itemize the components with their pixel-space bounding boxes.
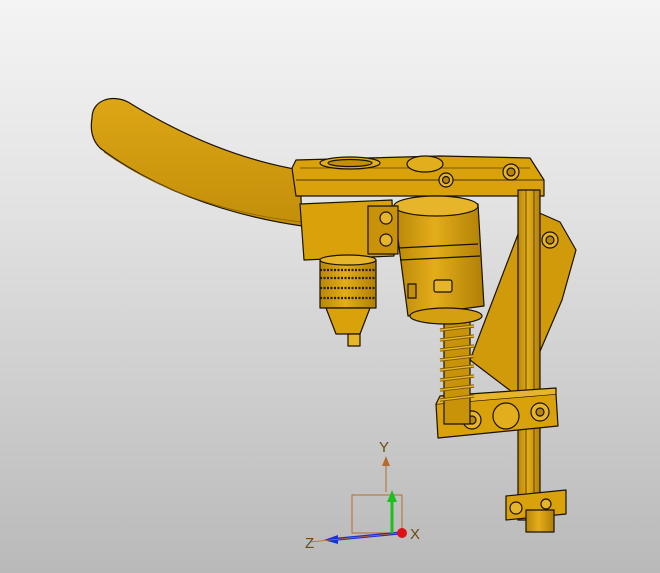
top-roller-right xyxy=(406,155,444,173)
handle-lever[interactable] xyxy=(90,97,303,227)
drill-press-assembly xyxy=(90,97,577,533)
triad-y-label: Y xyxy=(379,439,389,456)
triad-z-label: Z xyxy=(305,535,314,552)
triad-x-axis xyxy=(397,528,407,538)
return-spring xyxy=(439,319,475,425)
triad-x-label: X xyxy=(410,526,420,543)
drill-chuck[interactable] xyxy=(319,254,377,347)
view-triad[interactable]: Y X Z xyxy=(305,439,420,552)
column-rod xyxy=(517,189,541,521)
clamp-nut-center xyxy=(492,402,520,430)
motor-switch[interactable] xyxy=(433,279,453,293)
3d-viewport[interactable]: Y X Z xyxy=(0,0,660,573)
model-canvas[interactable]: Y X Z xyxy=(0,0,660,573)
